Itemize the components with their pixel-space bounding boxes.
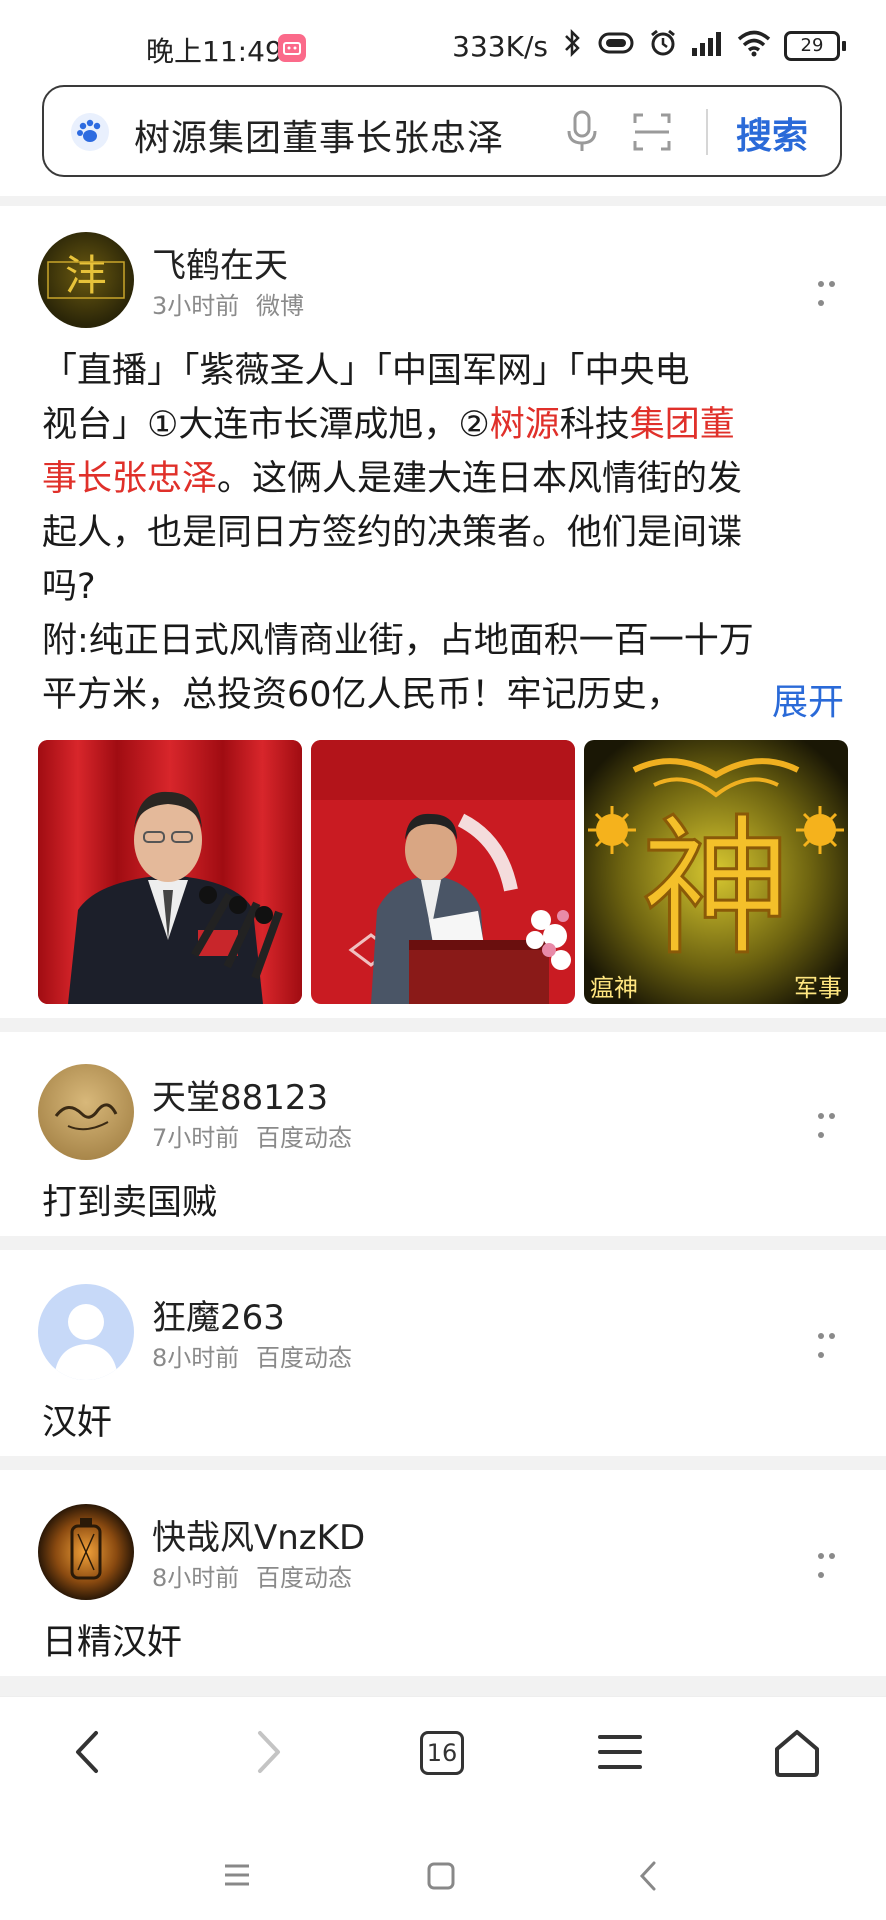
image-caption-right: 军事 (794, 974, 842, 1002)
expand-link[interactable]: 展开 (712, 673, 845, 725)
post-source: 百度动态 (256, 1344, 352, 1372)
post-image-1[interactable] (38, 740, 302, 1004)
more-options-icon[interactable] (818, 1104, 850, 1138)
menu-button[interactable] (596, 1727, 644, 1781)
system-home-icon[interactable] (426, 1861, 456, 1895)
post-source: 微博 (256, 292, 304, 320)
network-speed: 333K/s (452, 29, 548, 63)
tab-count: 16 (420, 1731, 464, 1775)
post-source: 百度动态 (256, 1124, 352, 1152)
post-time: 8小时前 (152, 1564, 240, 1592)
recents-icon[interactable] (222, 1862, 252, 1892)
post-text[interactable]: 「直播」「紫薇圣人」「中国军网」「中央电 视台」①大连市长潭成旭，②树源科技集团… (42, 344, 852, 722)
wifi-icon (736, 28, 772, 65)
forward-button[interactable] (250, 1727, 286, 1781)
image-glyph: 神 (641, 802, 791, 976)
post-text[interactable]: 打到卖国贼 (42, 1176, 217, 1230)
avatar[interactable] (38, 1504, 134, 1600)
search-button[interactable]: 搜索 (736, 107, 808, 159)
username[interactable]: 快哉风VnzKD (152, 1510, 365, 1559)
signal-icon (690, 28, 724, 65)
search-bar[interactable]: 树源集团董事长张忠泽 搜索 (42, 85, 842, 177)
microphone-icon[interactable] (564, 109, 600, 159)
app-notification-icon (278, 34, 306, 62)
search-divider (706, 109, 708, 155)
image-caption-left: 瘟神 (590, 974, 638, 1002)
post-line: 附:纯正日式风情商业街，占地面积一百一十万 (42, 621, 754, 661)
search-input[interactable]: 树源集团董事长张忠泽 (134, 109, 504, 161)
post-time: 7小时前 (152, 1124, 240, 1152)
bluetooth-icon (560, 28, 584, 65)
back-button[interactable] (70, 1727, 106, 1781)
post-line: 视台」①大连市长潭成旭，②树源科技集团董 (42, 405, 735, 445)
section-divider (0, 1676, 886, 1696)
username[interactable]: 飞鹤在天 (152, 238, 288, 287)
vibrate-icon (596, 30, 636, 63)
browser-toolbar: 16 (0, 1696, 886, 1827)
section-divider (0, 1456, 886, 1470)
more-options-icon[interactable] (818, 272, 850, 306)
svg-text:沣: 沣 (65, 251, 107, 300)
post-text[interactable]: 汉奸 (42, 1396, 112, 1450)
baidu-paw-icon (71, 113, 109, 151)
section-divider (0, 196, 886, 206)
post-image-3[interactable]: 神 瘟神 军事 (584, 740, 848, 1004)
post-source: 百度动态 (256, 1564, 352, 1592)
battery-level: 29 (784, 31, 840, 61)
more-options-icon[interactable] (818, 1324, 850, 1358)
post-line: 起人，也是同日方签约的决策者。他们是间谍 (42, 513, 743, 553)
battery-icon: 29 (784, 31, 846, 61)
post-time: 3小时前 (152, 292, 240, 320)
section-divider (0, 1236, 886, 1250)
status-indicators: 333K/s 29 (452, 28, 846, 64)
username[interactable]: 天堂88123 (152, 1070, 328, 1119)
avatar[interactable]: 沣 (38, 232, 134, 328)
tabs-button[interactable]: 16 (420, 1731, 464, 1775)
post-line: 吗? (42, 567, 96, 607)
avatar[interactable] (38, 1284, 134, 1380)
post-image-2[interactable] (311, 740, 575, 1004)
post-line: 事长张忠泽。这俩人是建大连日本风情街的发 (42, 459, 743, 499)
status-time: 晚上11:49 (146, 35, 283, 68)
more-options-icon[interactable] (818, 1544, 850, 1578)
post-time: 8小时前 (152, 1344, 240, 1372)
post-line: 「直播」「紫薇圣人」「中国军网」「中央电 (42, 351, 690, 391)
username[interactable]: 狂魔263 (152, 1290, 285, 1339)
post-text[interactable]: 日精汉奸 (42, 1616, 182, 1670)
status-bar: 晚上11:49 333K/s 29 (0, 0, 886, 84)
system-navigation-bar (0, 1826, 886, 1920)
section-divider (0, 1018, 886, 1032)
scan-icon[interactable] (632, 111, 672, 157)
home-button[interactable] (772, 1727, 822, 1783)
system-back-icon[interactable] (638, 1860, 658, 1896)
alarm-icon (648, 28, 678, 65)
avatar[interactable] (38, 1064, 134, 1160)
